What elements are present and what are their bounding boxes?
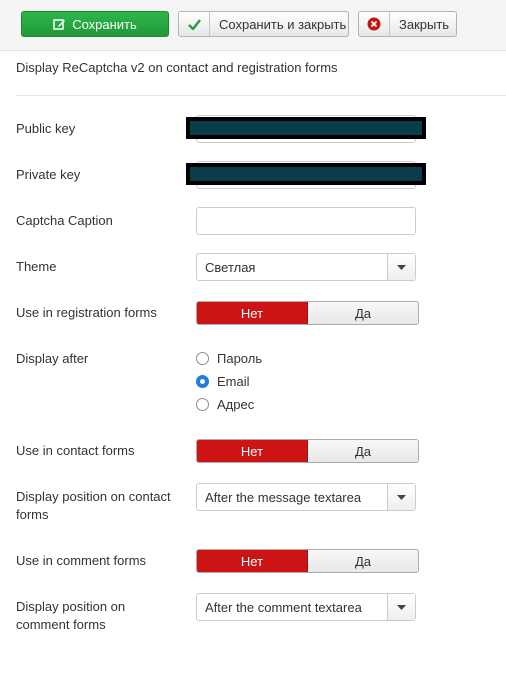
check-icon	[179, 12, 210, 36]
close-circle-icon	[359, 12, 390, 36]
chevron-down-icon[interactable]	[387, 594, 415, 620]
theme-select[interactable]: Светлая	[196, 253, 416, 281]
contact-position-select[interactable]: After the message textarea	[196, 483, 416, 511]
close-button-label: Закрыть	[399, 16, 450, 32]
chevron-down-icon[interactable]	[387, 254, 415, 280]
use-comment-label: Use in comment forms	[16, 553, 147, 568]
use-contact-no[interactable]: Нет	[197, 440, 308, 462]
toolbar: Сохранить Сохранить и закрыть Закрыть	[0, 0, 506, 51]
radio-button[interactable]	[196, 398, 209, 411]
radio-label: Пароль	[217, 351, 263, 366]
use-contact-yes[interactable]: Да	[308, 440, 418, 462]
chevron-down-icon[interactable]	[387, 484, 415, 510]
redaction-bar	[186, 117, 426, 139]
radio-button[interactable]	[196, 352, 209, 365]
display-after-label: Display after	[16, 351, 89, 366]
comment-position-label-line: Display position on	[16, 599, 126, 614]
theme-value: Светлая	[205, 259, 256, 275]
comment-position-select[interactable]: After the comment textarea	[196, 593, 416, 621]
contact-position-label-line: Display position on contact	[16, 489, 171, 504]
save-button[interactable]: Сохранить	[21, 11, 169, 37]
save-and-close-label: Сохранить и закрыть	[219, 16, 347, 32]
comment-position-label-line: comment forms	[16, 617, 106, 632]
contact-position-label: Display position on contact forms	[16, 488, 171, 524]
edit-icon	[53, 12, 72, 36]
display-after-option-address[interactable]: Адрес	[196, 397, 254, 412]
radio-label: Адрес	[217, 397, 255, 412]
captcha-caption-label: Captcha Caption	[16, 213, 113, 228]
save-button-label: Сохранить	[72, 16, 137, 32]
radio-label: Email	[217, 374, 250, 389]
use-comment-toggle: Нет Да	[196, 549, 419, 573]
display-after-option-email[interactable]: Email	[196, 374, 250, 389]
use-comment-no[interactable]: Нет	[197, 550, 308, 572]
use-registration-toggle: Нет Да	[196, 301, 419, 325]
save-and-close-button[interactable]: Сохранить и закрыть	[178, 11, 349, 37]
comment-position-value: After the comment textarea	[205, 599, 362, 615]
close-button[interactable]: Закрыть	[358, 11, 457, 37]
comment-position-label: Display position on comment forms	[16, 598, 125, 634]
plugin-description: Display ReCaptcha v2 on contact and regi…	[16, 60, 338, 75]
captcha-caption-input[interactable]	[196, 207, 416, 235]
contact-position-label-line: forms	[16, 507, 49, 522]
contact-position-value: After the message textarea	[205, 489, 362, 505]
use-registration-yes[interactable]: Да	[308, 302, 418, 324]
theme-label: Theme	[16, 259, 57, 274]
use-contact-toggle: Нет Да	[196, 439, 419, 463]
use-registration-label: Use in registration forms	[16, 305, 157, 320]
radio-button-checked[interactable]	[196, 375, 209, 388]
private-key-label: Private key	[16, 167, 81, 182]
use-comment-yes[interactable]: Да	[308, 550, 418, 572]
divider	[16, 95, 506, 96]
redaction-bar	[186, 163, 426, 185]
display-after-option-password[interactable]: Пароль	[196, 351, 262, 366]
use-registration-no[interactable]: Нет	[197, 302, 308, 324]
public-key-label: Public key	[16, 121, 76, 136]
use-contact-label: Use in contact forms	[16, 443, 135, 458]
